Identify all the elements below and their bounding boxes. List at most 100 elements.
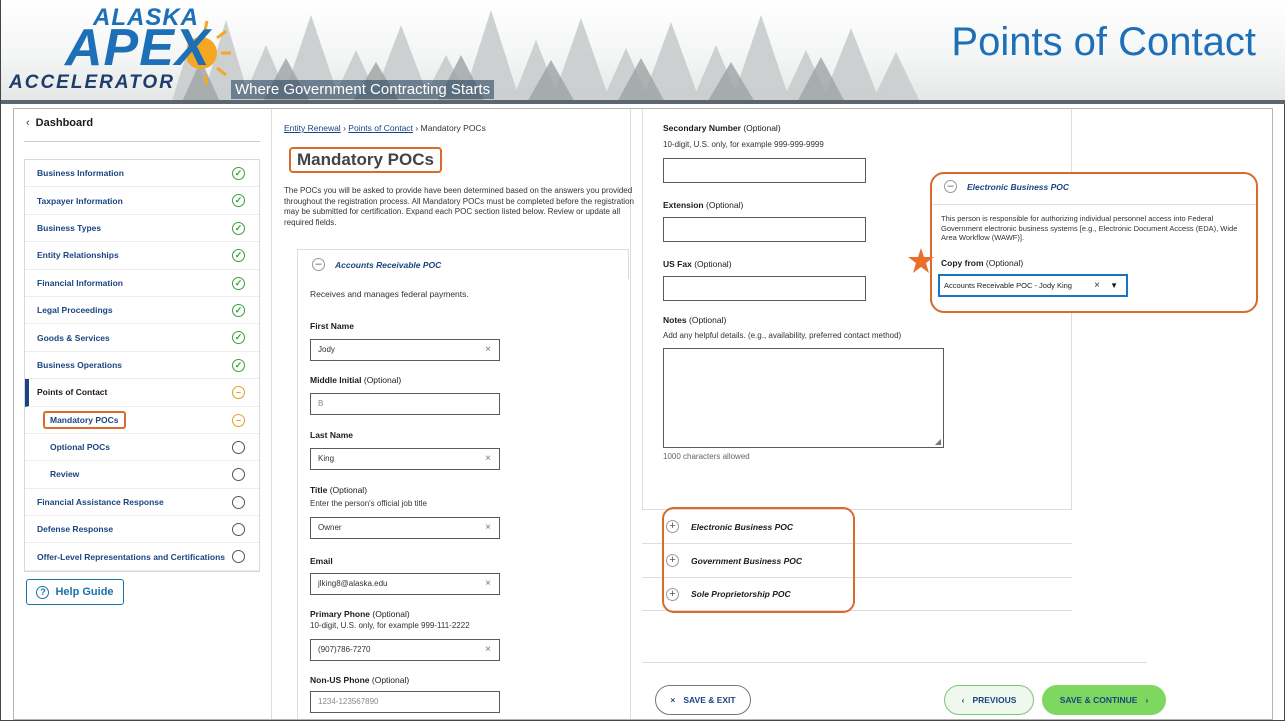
sidebar-item-defense-response[interactable]: Defense Response — [25, 516, 259, 544]
sidebar-item-business-operations[interactable]: Business Operations ✓ — [25, 352, 259, 380]
last-name-value: King — [318, 454, 335, 463]
save-continue-button[interactable]: SAVE & CONTINUE › — [1042, 685, 1166, 715]
extension-label: Extension (Optional) — [663, 200, 743, 210]
copy-from-select[interactable]: Accounts Receivable POC - Jody King × ▼ — [938, 274, 1128, 297]
secondary-number-hint: 10-digit, U.S. only, for example 999-999… — [663, 140, 824, 149]
secondary-number-field[interactable] — [663, 158, 866, 183]
collapse-icon: – — [312, 258, 325, 271]
us-fax-label-text: US Fax — [663, 259, 692, 269]
sidebar-item-label: Offer-Level Representations and Certific… — [37, 551, 225, 562]
resize-handle-icon[interactable]: ◢ — [935, 437, 941, 446]
optional-tag: (Optional) — [985, 258, 1024, 268]
title-value: Owner — [318, 523, 342, 532]
clear-icon[interactable]: × — [1094, 276, 1100, 295]
optional-tag: (Optional) — [372, 609, 410, 619]
sidebar-item-entity-relationships[interactable]: Entity Relationships ✓ — [25, 242, 259, 270]
slide: ALASKA APEX ACCELERATOR Where Government… — [0, 0, 1285, 721]
previous-label: PREVIOUS — [972, 695, 1017, 705]
sidebar-item-offer-level-reps[interactable]: Offer-Level Representations and Certific… — [25, 543, 259, 571]
us-fax-field[interactable] — [663, 276, 866, 301]
callout-header[interactable]: – Electronic Business POC — [944, 180, 1069, 193]
logo-accelerator-text: ACCELERATOR — [9, 72, 175, 93]
check-circle-icon: ✓ — [232, 276, 245, 290]
sidebar-item-taxpayer-information[interactable]: Taxpayer Information ✓ — [25, 187, 259, 215]
sidebar-item-goods-services[interactable]: Goods & Services ✓ — [25, 324, 259, 352]
check-circle-icon: ✓ — [232, 331, 245, 345]
breadcrumb-link-points-of-contact[interactable]: Points of Contact — [348, 123, 413, 133]
secondary-number-label-text: Secondary Number — [663, 123, 741, 133]
title-hint: Enter the person's official job title — [310, 499, 427, 508]
clear-icon[interactable]: × — [485, 340, 491, 360]
breadcrumb-link-entity-renewal[interactable]: Entity Renewal — [284, 123, 341, 133]
non-us-phone-label-text: Non-US Phone — [310, 675, 370, 685]
save-exit-button[interactable]: × SAVE & EXIT — [655, 685, 751, 715]
dashboard-label: Dashboard — [35, 117, 94, 129]
sidebar-nav: Business Information ✓ Taxpayer Informati… — [24, 159, 260, 572]
middle-initial-label-text: Middle Initial — [310, 375, 362, 385]
sidebar-item-label: Business Types — [37, 222, 102, 233]
dashboard-link[interactable]: ‹ Dashboard — [26, 117, 93, 129]
sidebar-item-label: Business Information — [37, 168, 124, 179]
check-circle-icon: ✓ — [232, 194, 245, 208]
extension-label-text: Extension — [663, 200, 704, 210]
clear-icon[interactable]: × — [485, 449, 491, 469]
primary-phone-field[interactable]: (907)786-7270 × — [310, 639, 500, 661]
copy-from-value: Accounts Receivable POC - Jody King — [944, 281, 1072, 290]
clear-icon[interactable]: × — [485, 640, 491, 660]
accordion-body: Receives and manages federal payments. F… — [297, 279, 629, 719]
email-field[interactable]: jlking8@alaska.edu × — [310, 573, 500, 595]
middle-initial-field[interactable]: B — [310, 393, 500, 415]
optional-tag: (Optional) — [706, 200, 744, 210]
notes-label: Notes (Optional) — [663, 315, 726, 325]
previous-button[interactable]: ‹ PREVIOUS — [944, 685, 1034, 715]
extension-field[interactable] — [663, 217, 866, 242]
sidebar-item-financial-assistance-response[interactable]: Financial Assistance Response — [25, 489, 259, 517]
chevron-left-icon: ‹ — [961, 695, 965, 705]
callout-description: This person is responsible for authorizi… — [941, 214, 1238, 242]
help-guide-button[interactable]: ? Help Guide — [26, 579, 124, 605]
sidebar-item-points-of-contact[interactable]: Points of Contact – — [25, 379, 259, 407]
non-us-phone-field[interactable]: 1234-123567890 — [310, 691, 500, 713]
first-name-field[interactable]: Jody × — [310, 339, 500, 361]
caret-down-icon[interactable]: ▼ — [1110, 276, 1118, 295]
sidebar-item-business-information[interactable]: Business Information ✓ — [25, 160, 259, 188]
callout-title: Electronic Business POC — [967, 181, 1070, 192]
sidebar: ‹ Dashboard Business Information ✓ Taxpaye… — [14, 109, 267, 719]
in-progress-icon: – — [232, 413, 245, 427]
clear-icon[interactable]: × — [485, 574, 491, 594]
non-us-phone-label: Non-US Phone (Optional) — [310, 675, 409, 685]
empty-circle-icon — [232, 495, 245, 509]
us-fax-label: US Fax (Optional) — [663, 259, 732, 269]
check-circle-icon: ✓ — [232, 221, 245, 235]
sidebar-item-financial-information[interactable]: Financial Information ✓ — [25, 270, 259, 297]
accordion-accounts-receivable-poc[interactable]: – Accounts Receivable POC — [297, 249, 629, 279]
copy-from-label-text: Copy from — [941, 258, 984, 268]
sidebar-item-legal-proceedings[interactable]: Legal Proceedings ✓ — [25, 297, 259, 325]
star-icon — [908, 248, 934, 273]
notes-textarea[interactable]: ◢ — [663, 348, 944, 448]
title-field[interactable]: Owner × — [310, 517, 500, 539]
first-name-label: First Name — [310, 321, 354, 331]
sidebar-item-mandatory-pocs[interactable]: Mandatory POCs – — [25, 407, 259, 434]
optional-tag: (Optional) — [371, 675, 410, 685]
last-name-field[interactable]: King × — [310, 448, 500, 470]
empty-circle-icon — [232, 468, 245, 482]
accordion-title: Accounts Receivable POC — [335, 259, 442, 270]
chevron-left-icon: ‹ — [26, 117, 30, 129]
sidebar-item-label: Review — [50, 469, 80, 480]
copy-from-label: Copy from (Optional) — [941, 258, 1023, 268]
clear-icon[interactable]: × — [485, 518, 491, 538]
primary-phone-hint: 10-digit, U.S. only, for example 999-111… — [310, 621, 470, 630]
sidebar-item-business-types[interactable]: Business Types ✓ — [25, 215, 259, 243]
save-exit-label: SAVE & EXIT — [683, 695, 736, 705]
sidebar-item-optional-pocs[interactable]: Optional POCs — [25, 434, 259, 462]
sidebar-item-review[interactable]: Review — [25, 461, 259, 489]
check-circle-icon: ✓ — [232, 303, 245, 317]
sidebar-item-label: Financial Information — [37, 277, 123, 288]
primary-phone-label: Primary Phone (Optional) — [310, 609, 410, 619]
email-value: jlking8@alaska.edu — [318, 579, 388, 588]
breadcrumb: Entity Renewal › Points of Contact › Man… — [284, 123, 486, 133]
banner-rule — [1, 100, 1285, 104]
optional-tag: (Optional) — [689, 315, 727, 325]
section-description: Receives and manages federal payments. — [310, 289, 469, 299]
